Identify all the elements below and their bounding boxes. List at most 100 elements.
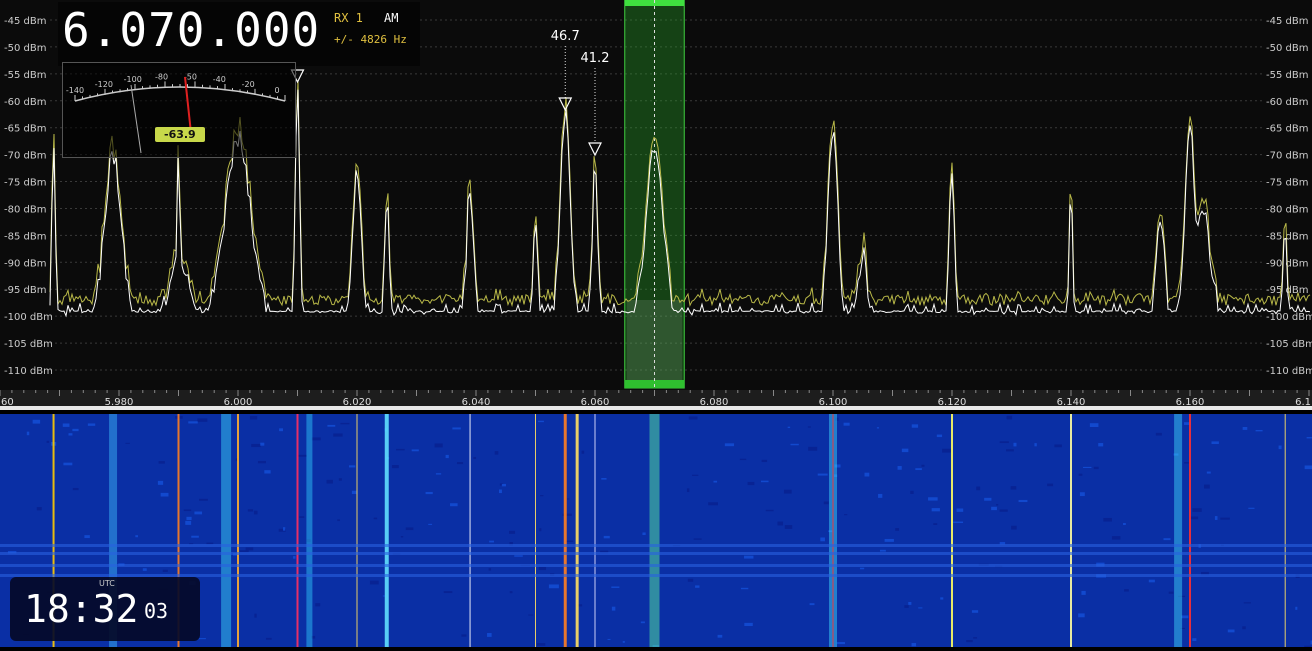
waterfall-noise [810, 603, 815, 605]
waterfall-noise [824, 502, 829, 505]
clock-hours-minutes: 18:32 [24, 585, 138, 633]
frequency-readout[interactable]: 6.070.000 [62, 2, 320, 58]
waterfall-noise [352, 491, 357, 494]
waterfall-noise [191, 536, 199, 538]
waterfall-noise [972, 610, 978, 613]
waterfall-noise [250, 416, 257, 420]
waterfall-noise [1192, 638, 1196, 641]
meter-scale-label: -120 [95, 80, 113, 89]
waterfall-noise [1149, 580, 1155, 583]
frequency-label: 6.040 [462, 397, 491, 408]
waterfall-noise [299, 516, 304, 518]
clock-seconds: 03 [144, 599, 168, 623]
waterfall-noise [1184, 462, 1189, 463]
waterfall-noise [159, 461, 165, 464]
waterfall-noise [837, 642, 845, 644]
waterfall-noise [932, 508, 940, 511]
bandwidth-offset: +/- 4826 Hz [334, 33, 407, 46]
dbm-label-right: -65 dBm [1266, 124, 1308, 135]
spectrum-display[interactable]: -45 dBm-45 dBm-50 dBm-50 dBm-55 dBm-55 d… [0, 0, 1312, 390]
waterfall-band [0, 564, 1312, 567]
dbm-label-right: -85 dBm [1266, 231, 1308, 242]
frequency-label: 6.080 [700, 397, 729, 408]
waterfall-signal [306, 414, 312, 647]
waterfall-signal [535, 414, 536, 647]
waterfall-noise [902, 449, 909, 452]
waterfall-noise [957, 509, 964, 512]
waterfall-noise [248, 509, 253, 511]
waterfall-noise [912, 424, 918, 427]
waterfall-noise [487, 633, 492, 637]
waterfall-noise [188, 421, 197, 423]
waterfall-noise [689, 417, 698, 420]
s-meter-dial: -140-120-100-80-50-40-200 [63, 63, 295, 157]
waterfall-noise [880, 550, 886, 552]
waterfall-noise [784, 490, 792, 494]
waterfall-noise [582, 451, 585, 454]
waterfall-noise [611, 587, 619, 588]
waterfall-noise [266, 638, 272, 640]
waterfall-noise [135, 535, 138, 537]
waterfall-noise [567, 498, 569, 499]
waterfall-noise [88, 423, 95, 425]
waterfall-noise [1190, 517, 1198, 520]
waterfall-noise [185, 521, 191, 525]
waterfall-noise [860, 568, 864, 570]
waterfall-noise [687, 488, 689, 492]
waterfall-signal [576, 414, 579, 647]
dbm-label-left: -105 dBm [4, 339, 53, 350]
waterfall-noise [1081, 591, 1085, 595]
waterfall-noise [694, 538, 702, 539]
waterfall-signal [650, 414, 660, 647]
waterfall-noise [406, 527, 414, 530]
waterfall-noise [718, 635, 723, 638]
marker-label: 41.2 [581, 51, 610, 66]
waterfall-band [0, 544, 1312, 547]
dbm-label-left: -55 dBm [4, 70, 46, 81]
waterfall-noise [1123, 523, 1126, 525]
dbm-label-right: -60 dBm [1266, 97, 1308, 108]
dbm-label-left: -85 dBm [4, 231, 46, 242]
waterfall-noise [1019, 500, 1028, 502]
waterfall-noise [68, 433, 72, 435]
waterfall-noise [1228, 630, 1235, 633]
scale-divider [0, 406, 1312, 410]
receiver-label[interactable]: RX 1 [334, 11, 363, 25]
frequency-label: 6.020 [343, 397, 372, 408]
waterfall-noise [1243, 427, 1248, 430]
waterfall-noise [808, 426, 811, 427]
frequency-label: 6.1 [1295, 397, 1311, 408]
waterfall-noise [976, 487, 980, 491]
frequency-label: 6.160 [1176, 397, 1205, 408]
waterfall-noise [246, 547, 254, 550]
waterfall-noise [315, 603, 320, 606]
frequency-label: 60 [1, 397, 14, 408]
frequency-scale[interactable]: 605.9806.0006.0206.0406.0606.0806.1006.1… [0, 390, 1312, 410]
frequency-display[interactable]: 6.070.000 RX 1 AM +/- 4826 Hz [58, 2, 420, 66]
waterfall-band [0, 574, 1312, 577]
waterfall-noise [1279, 446, 1282, 450]
waterfall-noise [72, 429, 78, 431]
waterfall-noise [539, 567, 546, 570]
waterfall-noise [392, 465, 399, 468]
meter-scale-label: -140 [66, 86, 84, 95]
waterfall-noise [510, 591, 513, 593]
waterfall-noise [918, 607, 922, 608]
waterfall-noise [642, 532, 645, 535]
waterfall-noise [996, 504, 998, 505]
meter-arc [75, 87, 285, 101]
dbm-label-left: -110 dBm [4, 366, 53, 377]
waterfall-noise [713, 481, 717, 483]
dbm-label-left: -100 dBm [4, 312, 53, 323]
waterfall-signal [1285, 414, 1286, 647]
waterfall-noise [1212, 441, 1219, 444]
waterfall-noise [940, 597, 943, 599]
waterfall-noise [921, 465, 924, 467]
waterfall-noise [370, 581, 379, 585]
waterfall-noise [1204, 485, 1210, 489]
waterfall-noise [1079, 474, 1083, 476]
waterfall-noise [695, 585, 699, 587]
meter-scale-label: -80 [155, 72, 168, 81]
mode-label[interactable]: AM [384, 11, 398, 25]
waterfall-noise [327, 480, 333, 484]
